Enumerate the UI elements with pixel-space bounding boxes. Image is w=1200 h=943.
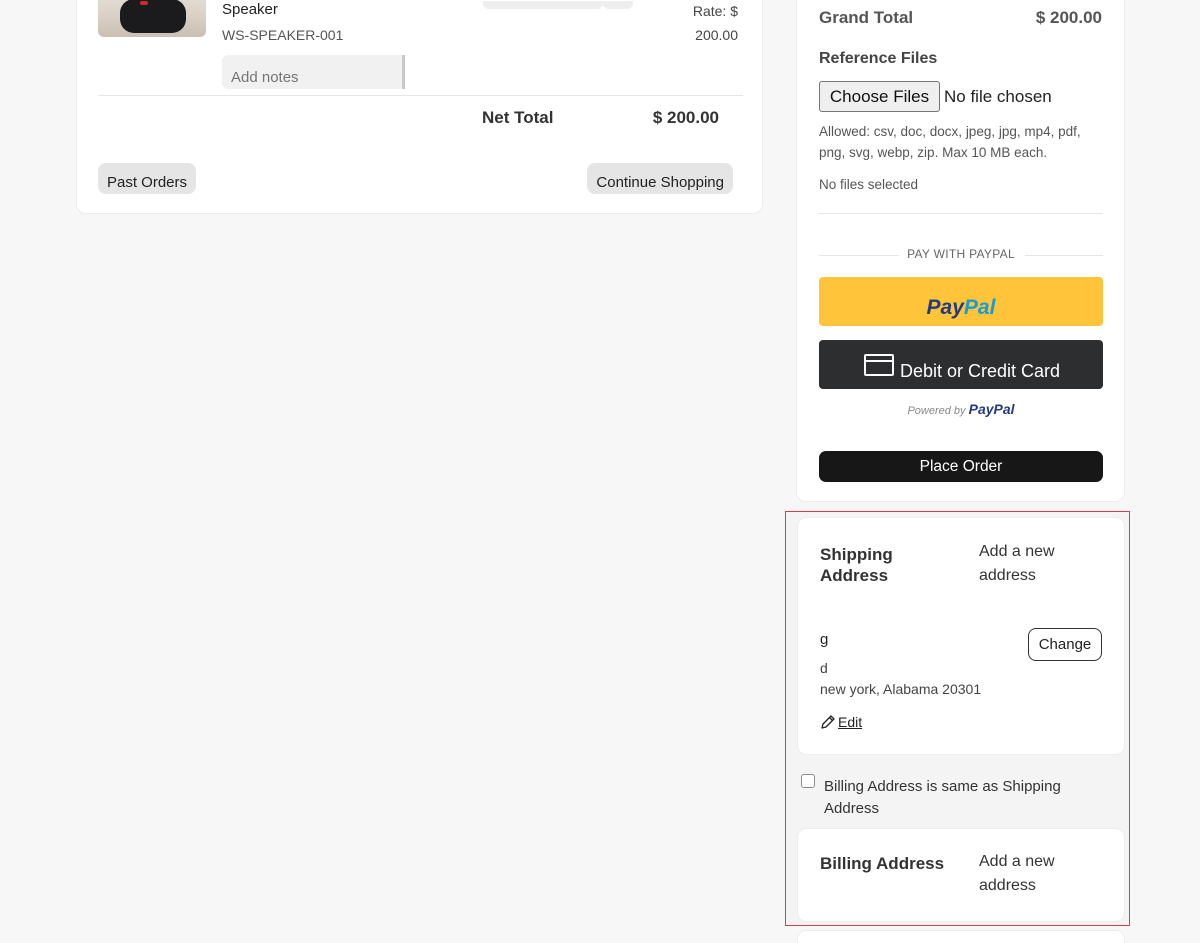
paypal-logo-pay: Pay bbox=[926, 295, 964, 319]
powered-by-paypal: Powered by PayPal bbox=[819, 401, 1103, 417]
net-total-value: $ 200.00 bbox=[652, 108, 719, 127]
order-summary-card: Grand Total $ 200.00 Reference Files Cho… bbox=[796, 0, 1125, 502]
billing-address-card: Billing Address Add a new address bbox=[797, 828, 1125, 922]
continue-shopping-button[interactable]: Continue Shopping bbox=[587, 163, 733, 194]
net-total-label: Net Total bbox=[482, 108, 554, 127]
shipping-name: g bbox=[820, 631, 829, 648]
pay-with-paypal-label: PAY WITH PAYPAL bbox=[907, 247, 1015, 261]
shipping-address-card: Shipping Address Add a new address g d n… bbox=[797, 517, 1125, 755]
powered-by-brand: PayPal bbox=[968, 401, 1015, 417]
place-order-button[interactable]: Place Order bbox=[819, 451, 1103, 482]
speaker-image-shape bbox=[120, 0, 186, 33]
billing-address-title: Billing Address bbox=[820, 854, 945, 873]
shipping-address-line: d bbox=[820, 660, 828, 676]
paypal-button[interactable]: PayPal bbox=[819, 277, 1103, 326]
billing-same-checkbox[interactable] bbox=[801, 774, 815, 788]
divider bbox=[98, 95, 743, 96]
card-button-label: Debit or Credit Card bbox=[900, 360, 1061, 381]
shipping-city-state-zip: new york, Alabama 20301 bbox=[820, 681, 982, 697]
no-files-selected-text: No files selected bbox=[819, 177, 919, 192]
shipping-address-title: Shipping Address bbox=[820, 545, 893, 585]
powered-by-text: Powered by bbox=[907, 405, 966, 417]
past-orders-button[interactable]: Past Orders bbox=[98, 163, 197, 194]
change-address-button[interactable]: Change bbox=[1028, 628, 1102, 661]
debit-credit-card-button[interactable]: Debit or Credit Card bbox=[819, 340, 1103, 389]
choose-files-button[interactable]: Choose Files bbox=[819, 81, 940, 112]
rate-value: 200.00 bbox=[695, 27, 738, 43]
add-new-shipping-address-link[interactable]: Add a new address bbox=[979, 540, 1079, 588]
product-sku: WS-SPEAKER-001 bbox=[222, 27, 344, 43]
add-new-billing-address-link[interactable]: Add a new address bbox=[979, 850, 1079, 898]
rate-label: Rate: $ bbox=[692, 3, 738, 19]
speaker-logo-mark bbox=[140, 1, 148, 5]
edit-address-link[interactable]: Edit bbox=[820, 714, 862, 730]
divider bbox=[819, 213, 1103, 214]
reference-files-title: Reference Files bbox=[819, 50, 938, 67]
paypal-logo-pal: Pal bbox=[963, 295, 996, 319]
no-file-chosen-text: No file chosen bbox=[944, 87, 1052, 106]
credit-card-icon bbox=[864, 354, 894, 376]
billing-same-label: Billing Address is same as Shipping Addr… bbox=[824, 778, 1061, 817]
grand-total-value: $ 200.00 bbox=[1035, 8, 1102, 27]
next-section-card bbox=[797, 930, 1125, 943]
product-image bbox=[98, 0, 206, 37]
cart-card: Speaker WS-SPEAKER-001 Rate: $ 200.00 Ne… bbox=[76, 0, 763, 214]
quantity-stepper-button[interactable] bbox=[603, 1, 633, 9]
allowed-file-types: Allowed: csv, doc, docx, jpeg, jpg, mp4,… bbox=[819, 124, 1081, 160]
quantity-control[interactable] bbox=[483, 1, 603, 9]
notes-input[interactable] bbox=[222, 55, 405, 89]
grand-total-label: Grand Total bbox=[819, 8, 914, 27]
pencil-icon bbox=[821, 715, 835, 729]
product-name: Speaker bbox=[222, 1, 278, 18]
edit-label: Edit bbox=[838, 714, 863, 730]
